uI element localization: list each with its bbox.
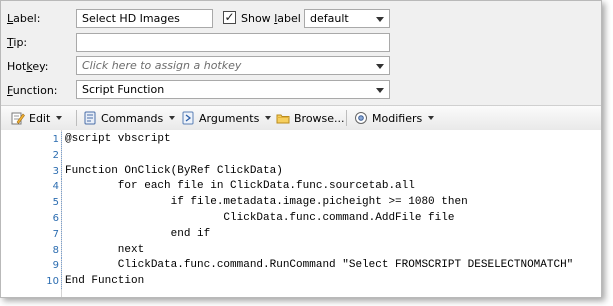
code-line[interactable]: ClickData.func.command.AddFile file	[65, 211, 454, 226]
fold-marker-line	[61, 211, 62, 226]
arguments-menu-label: Arguments	[199, 111, 260, 125]
editor-toolbar: Edit Commands Arguments Browse... Modifi…	[1, 105, 601, 131]
code-line[interactable]: next	[65, 243, 144, 258]
checkmark-icon: ✓	[224, 10, 235, 24]
show-label-checkbox[interactable]: ✓	[223, 11, 236, 24]
line-number-text: 4	[52, 181, 59, 193]
commands-menu-label: Commands	[101, 111, 164, 125]
caret-down-icon	[265, 116, 272, 120]
code-line[interactable]: if file.metadata.image.picheight >= 1080…	[65, 195, 468, 210]
fold-marker-line	[61, 226, 62, 242]
edit-menu-button[interactable]: Edit	[11, 110, 63, 126]
function-value: Script Function	[82, 83, 165, 96]
fold-marker-line	[61, 147, 62, 163]
script-code-editor[interactable]: 1 @script vbscript 2 3 Function OnClick(ByRe…	[1, 130, 601, 297]
tip-caption: Tip:	[7, 36, 28, 49]
line-number-text: 7	[52, 228, 59, 240]
line-number: 4	[1, 179, 61, 194]
dropdown-arrow-icon	[376, 64, 384, 69]
label-style-value: default	[310, 12, 349, 25]
dropdown-arrow-icon	[376, 17, 384, 22]
command-editor-window: Label: Select HD Images ✓ Show label def…	[0, 0, 602, 298]
arguments-menu-button[interactable]: Arguments	[181, 110, 272, 126]
function-dropdown[interactable]: Script Function	[76, 80, 390, 99]
modifiers-menu-button[interactable]: Modifiers	[354, 110, 435, 126]
code-line[interactable]: Function OnClick(ByRef ClickData)	[65, 164, 283, 179]
caret-down-icon	[428, 116, 435, 120]
code-line[interactable]: end if	[65, 227, 211, 242]
code-line[interactable]: @script vbscript	[65, 132, 171, 147]
command-properties-form: Label: Select HD Images ✓ Show label def…	[1, 1, 601, 103]
line-number-text: 8	[52, 244, 59, 256]
fold-marker-line	[61, 242, 62, 258]
line-number-text: 1	[52, 134, 59, 145]
line-number-text: 2	[52, 149, 59, 161]
line-number: 10	[1, 274, 61, 289]
hotkey-field[interactable]: Click here to assign a hotkey	[76, 56, 390, 75]
commands-menu-button[interactable]: Commands	[83, 110, 176, 126]
label-caption: Label:	[7, 12, 41, 25]
toolbar-separator	[346, 110, 347, 126]
line-number-text: 9	[52, 260, 59, 272]
line-number: 3	[1, 164, 61, 179]
hotkey-caption: Hotkey:	[7, 60, 49, 73]
fold-marker-line	[61, 195, 62, 211]
commands-icon	[83, 111, 97, 125]
modifiers-icon	[354, 111, 368, 125]
code-line[interactable]: for each file in ClickData.func.sourceta…	[65, 179, 415, 194]
line-number-text: 6	[52, 213, 59, 224]
code-line[interactable]: End Function	[65, 274, 144, 289]
line-number: 6	[1, 211, 61, 226]
toolbar-separator	[76, 110, 77, 126]
modifiers-menu-label: Modifiers	[372, 111, 423, 125]
code-line[interactable]: ClickData.func.command.RunCommand "Selec…	[65, 258, 574, 273]
fold-marker-line	[61, 258, 62, 274]
line-number: 8	[1, 243, 61, 258]
show-label-text[interactable]: Show label	[241, 12, 301, 25]
fold-marker-line	[61, 179, 62, 195]
line-number: 5	[1, 195, 61, 210]
fold-marker-line	[61, 132, 62, 147]
function-caption: Function:	[7, 84, 58, 97]
hotkey-placeholder: Click here to assign a hotkey	[82, 59, 242, 72]
line-number-text: 10	[46, 276, 59, 288]
label-input[interactable]: Select HD Images	[76, 9, 213, 28]
edit-menu-label: Edit	[29, 111, 51, 125]
edit-pencil-icon	[11, 111, 25, 125]
folder-icon	[276, 111, 290, 125]
line-number: 9	[1, 258, 61, 273]
fold-marker-line	[61, 163, 62, 179]
dropdown-arrow-icon	[376, 88, 384, 93]
browse-button[interactable]: Browse...	[276, 110, 345, 126]
caret-down-icon	[169, 116, 176, 120]
line-number-text: 3	[52, 165, 59, 177]
browse-label: Browse...	[294, 111, 345, 125]
line-number: 7	[1, 227, 61, 242]
tip-input[interactable]	[76, 33, 390, 52]
arguments-icon	[181, 111, 195, 125]
caret-down-icon	[56, 116, 63, 120]
fold-marker-line	[61, 274, 62, 290]
line-number-text: 5	[52, 197, 59, 209]
line-number: 2	[1, 148, 61, 163]
line-number: 1	[1, 132, 61, 147]
label-style-dropdown[interactable]: default	[304, 9, 390, 28]
